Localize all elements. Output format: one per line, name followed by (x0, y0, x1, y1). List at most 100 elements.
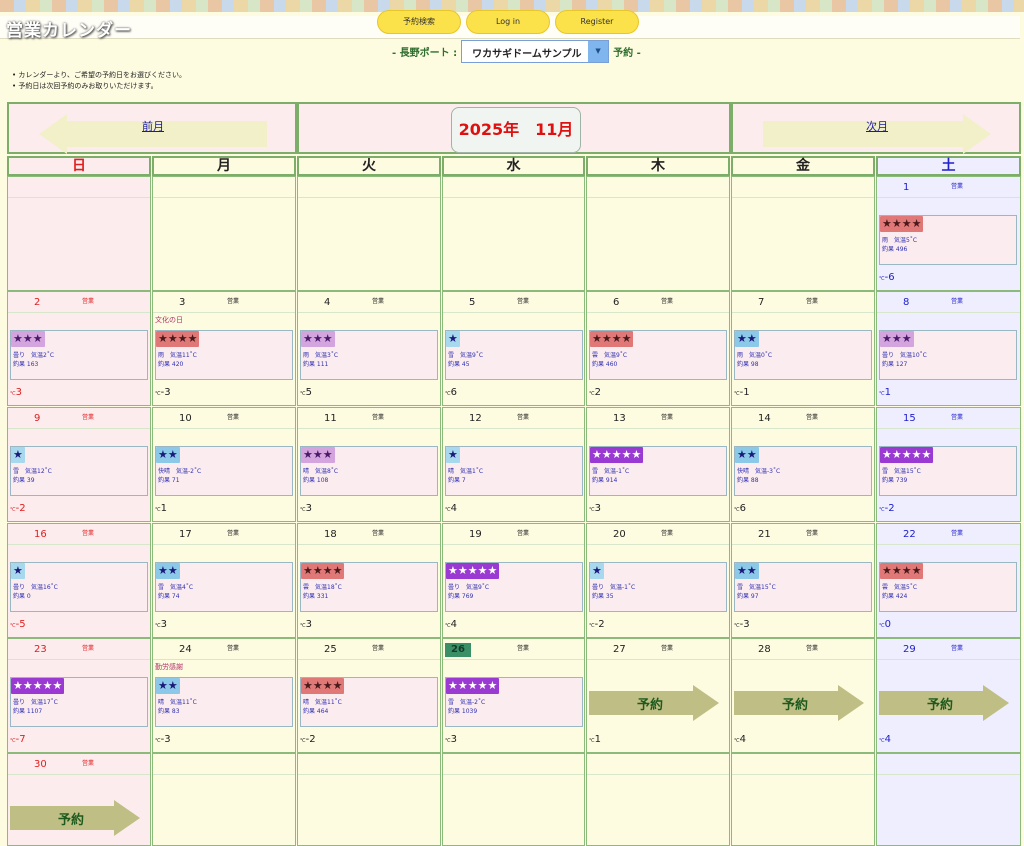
day-cell[interactable]: 18 営業 ★★★★ 雲 気温18˚C 釣果 331 ℃3 (297, 523, 441, 638)
water-unit: ℃ (445, 507, 451, 513)
weekday-header: 火 (297, 156, 441, 176)
day-cell-top (732, 292, 874, 313)
reserve-button[interactable]: 予約 (589, 685, 721, 721)
day-cell[interactable]: 29 営業 予約 ℃4 (876, 638, 1021, 753)
day-cell[interactable]: 27 営業 予約 ℃1 (586, 638, 730, 753)
day-cell[interactable]: 11 営業 ★★★ 晴 気温8˚C 釣果 108 ℃3 (297, 407, 441, 522)
day-cell[interactable]: 26 営業 ★★★★★ 雪 気温-2˚C 釣果 1039 ℃3 (442, 638, 585, 753)
chevron-down-icon[interactable]: ▼ (588, 40, 609, 62)
day-cell[interactable]: 3 営業 文化の日 ★★★★ 雨 気温11˚C 釣果 420 ℃-3 (152, 291, 296, 406)
reserve-button[interactable]: 予約 (734, 685, 866, 721)
day-cell[interactable]: 22 営業 ★★★★ 雲 気温5˚C 釣果 424 ℃0 (876, 523, 1021, 638)
catch-count: 釣果 420 (158, 361, 184, 368)
weather-text: 快晴 気温-3˚C (737, 468, 781, 475)
day-cell-top (153, 639, 295, 660)
empty-day-cell (152, 176, 296, 291)
rating-stars: ★★ (735, 331, 759, 347)
day-cell[interactable]: 14 営業 ★★ 快晴 気温-3˚C 釣果 88 ℃6 (731, 407, 875, 522)
open-label: 営業 (227, 298, 240, 305)
open-label: 営業 (806, 645, 819, 652)
day-cell[interactable]: 23 営業 ★★★★★ 曇り 気温17˚C 釣果 1107 ℃-7 (7, 638, 151, 753)
next-month-link[interactable]: 次月 (866, 118, 888, 134)
rating-stars: ★★ (735, 563, 759, 579)
day-number: 22 (903, 529, 916, 540)
water-unit: ℃ (300, 391, 306, 397)
water-unit: ℃ (10, 623, 16, 629)
open-label: 営業 (82, 645, 95, 652)
catch-count: 釣果 45 (448, 361, 470, 368)
day-cell-top (443, 524, 584, 545)
day-cell-top (298, 754, 440, 775)
reserve-button[interactable]: 予約 (879, 685, 1011, 721)
day-cell[interactable]: 20 営業 ★ 曇り 気温-1˚C 釣果 35 ℃-2 (586, 523, 730, 638)
open-label: 営業 (517, 645, 530, 652)
day-cell[interactable]: 15 営業 ★★★★★ 雪 気温15˚C 釣果 739 ℃-2 (876, 407, 1021, 522)
calendar-grid: 前月 2025年 11月 次月 日月火水木金土 1 営業 ★★★★ 雨 気温5˚C 釣果… (7, 102, 1021, 846)
water-unit: ℃ (155, 391, 161, 397)
water-level: ℃-1 (734, 387, 750, 398)
reserve-button[interactable]: 予約 (10, 800, 142, 836)
day-cell[interactable]: 2 営業 ★★★ 曇り 気温2˚C 釣果 163 ℃3 (7, 291, 151, 406)
day-cell[interactable]: 12 営業 ★ 晴 気温1˚C 釣果 7 ℃4 (442, 407, 585, 522)
register-button[interactable]: Register (555, 10, 639, 34)
open-label: 営業 (82, 530, 95, 537)
day-cell[interactable]: 5 営業 ★ 雪 気温9˚C 釣果 45 ℃6 (442, 291, 585, 406)
weather-text: 雪 気温9˚C (448, 352, 484, 359)
day-cell[interactable]: 7 営業 ★★ 雨 気温0˚C 釣果 98 ℃-1 (731, 291, 875, 406)
water-level: ℃0 (879, 619, 891, 630)
day-cell-top (8, 292, 150, 313)
day-cell-top (443, 177, 584, 198)
fishing-info-box: ★★★ 曇り 気温10˚C 釣果 127 (879, 330, 1017, 380)
open-label: 営業 (372, 414, 385, 421)
day-cell-top (587, 292, 729, 313)
day-number: 13 (613, 413, 626, 424)
water-unit: ℃ (879, 738, 885, 744)
day-cell[interactable]: 6 営業 ★★★★ 雲 気温9˚C 釣果 460 ℃2 (586, 291, 730, 406)
weather-text: 雲 気温18˚C (303, 584, 342, 591)
prev-month-link[interactable]: 前月 (142, 118, 164, 134)
day-cell[interactable]: 13 営業 ★★★★★ 雪 気温-1˚C 釣果 914 ℃3 (586, 407, 730, 522)
port-suffix-label: 予約 - (613, 47, 641, 59)
day-number: 11 (324, 413, 337, 424)
empty-day-cell (731, 176, 875, 291)
day-cell[interactable]: 17 営業 ★★ 雪 気温4˚C 釣果 74 ℃3 (152, 523, 296, 638)
day-cell[interactable]: 16 営業 ★ 曇り 気温16˚C 釣果 0 ℃-5 (7, 523, 151, 638)
catch-count: 釣果 35 (592, 593, 614, 600)
day-cell[interactable]: 30 営業 予約 (7, 753, 151, 846)
port-prefix-label: - 長野ポート : (392, 47, 458, 59)
empty-day-cell (297, 176, 441, 291)
day-cell[interactable]: 24 営業 勤労感謝 ★★ 晴 気温11˚C 釣果 83 ℃-3 (152, 638, 296, 753)
fishing-info-box: ★★★★ 雨 気温11˚C 釣果 420 (155, 330, 293, 380)
day-cell[interactable]: 1 営業 ★★★★ 雨 気温5˚C 釣果 496 ℃-6 (876, 176, 1021, 291)
reservation-search-button[interactable]: 予約検索 (377, 10, 461, 34)
fishing-info-box: ★★★★ 雲 気温5˚C 釣果 424 (879, 562, 1017, 612)
weekday-header: 水 (442, 156, 585, 176)
day-cell[interactable]: 21 営業 ★★ 雪 気温15˚C 釣果 97 ℃-3 (731, 523, 875, 638)
catch-count: 釣果 769 (448, 593, 474, 600)
weekday-header: 土 (876, 156, 1021, 176)
day-cell-top (732, 177, 874, 198)
day-cell[interactable]: 4 営業 ★★★ 雨 気温3˚C 釣果 111 ℃5 (297, 291, 441, 406)
day-cell[interactable]: 9 営業 ★ 雪 気温12˚C 釣果 39 ℃-2 (7, 407, 151, 522)
fishing-info-box: ★★★ 晴 気温8˚C 釣果 108 (300, 446, 438, 496)
day-cell[interactable]: 28 営業 予約 ℃4 (731, 638, 875, 753)
empty-day-cell (7, 176, 151, 291)
weather-text: 雪 気温-1˚C (592, 468, 630, 475)
catch-count: 釣果 97 (737, 593, 759, 600)
fishing-info-box: ★★★★ 雲 気温18˚C 釣果 331 (300, 562, 438, 612)
day-cell-top (732, 408, 874, 429)
day-cell-top (153, 408, 295, 429)
day-cell[interactable]: 10 営業 ★★ 快晴 気温-2˚C 釣果 71 ℃1 (152, 407, 296, 522)
day-number: 4 (324, 297, 331, 308)
port-select[interactable]: ワカサギドームサンプル ▼ (461, 39, 610, 63)
day-cell[interactable]: 25 営業 ★★★★ 晴 気温11˚C 釣果 464 ℃-2 (297, 638, 441, 753)
fishing-info-box: ★★★★ 雨 気温5˚C 釣果 496 (879, 215, 1017, 265)
day-cell[interactable]: 19 営業 ★★★★★ 曇り 気温9˚C 釣果 769 ℃4 (442, 523, 585, 638)
day-cell[interactable]: 8 営業 ★★★ 曇り 気温10˚C 釣果 127 ℃1 (876, 291, 1021, 406)
day-cell-top (8, 408, 150, 429)
water-unit: ℃ (589, 391, 595, 397)
login-button[interactable]: Log in (466, 10, 550, 34)
water-unit: ℃ (734, 507, 740, 513)
rating-stars: ★★★★★ (590, 447, 644, 463)
day-cell-top (443, 754, 584, 775)
